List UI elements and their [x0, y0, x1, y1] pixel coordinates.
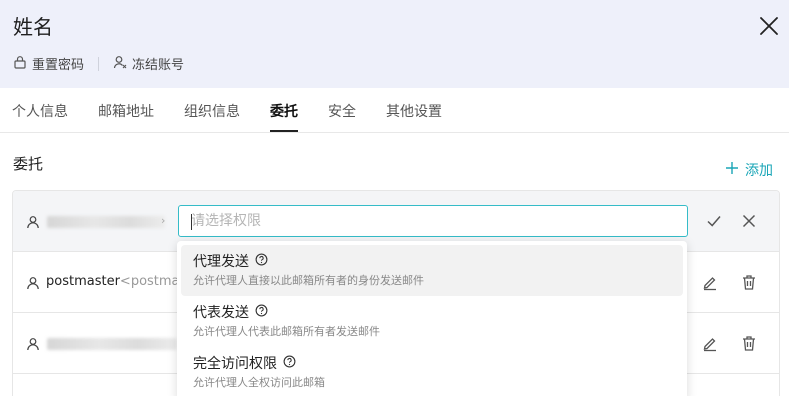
option-description: 允许代理人代表此邮箱所有者发送邮件 [193, 325, 380, 338]
section-title: 委托 [13, 155, 44, 173]
user-icon [26, 275, 40, 290]
option-description: 允许代理人直接以此邮箱所有者的身份发送邮件 [193, 274, 424, 287]
option-send-on-behalf[interactable]: 代表发送 允许代理人代表此邮箱所有者发送邮件 [181, 296, 683, 347]
freeze-account-button[interactable]: 冻结账号 [113, 54, 184, 73]
help-question-icon[interactable] [255, 253, 268, 271]
reset-password-button[interactable]: 重置密码 [13, 54, 84, 73]
option-description: 允许代理人全权访问此邮箱 [193, 376, 325, 389]
divider [98, 56, 100, 71]
permission-input[interactable] [179, 206, 687, 236]
permission-dropdown: 代理发送 允许代理人直接以此邮箱所有者的身份发送邮件 代表发送 允许代理人代表此… [177, 241, 687, 396]
permission-select[interactable] [178, 205, 688, 237]
tab-security[interactable]: 安全 [328, 103, 356, 121]
edit-pencil-icon[interactable] [701, 273, 719, 291]
delete-trash-icon[interactable] [740, 334, 758, 352]
option-label: 代理发送 [193, 254, 249, 270]
option-send-as[interactable]: 代理发送 允许代理人直接以此邮箱所有者的身份发送邮件 [181, 245, 683, 296]
confirm-check-icon[interactable] [705, 212, 723, 230]
close-icon[interactable] [758, 15, 780, 37]
delete-trash-icon[interactable] [740, 273, 758, 291]
chevron-right-icon: › [161, 214, 166, 227]
tab-email-address[interactable]: 邮箱地址 [98, 103, 154, 121]
delegate-username: postmaster [46, 274, 120, 289]
option-label: 完全访问权限 [193, 356, 277, 372]
tab-org-info[interactable]: 组织信息 [184, 103, 240, 121]
cancel-close-icon[interactable] [740, 212, 758, 230]
option-label: 代表发送 [193, 305, 249, 321]
add-label: 添加 [745, 163, 773, 179]
option-full-access[interactable]: 完全访问权限 允许代理人全权访问此邮箱 [181, 347, 683, 396]
user-freeze-icon [113, 55, 127, 73]
text-caret [191, 214, 192, 230]
active-tab-indicator [270, 130, 298, 132]
drawer-header: 姓名 重置密码 冻结账号 [0, 0, 789, 88]
tab-bar: 个人信息 邮箱地址 组织信息 委托 安全 其他设置 [0, 88, 789, 133]
freeze-account-label: 冻结账号 [132, 58, 185, 73]
redacted-name [47, 216, 165, 228]
plus-icon [725, 161, 739, 179]
header-actions: 重置密码 冻结账号 [13, 54, 184, 73]
lock-icon [13, 55, 27, 73]
tab-delegation[interactable]: 委托 [270, 103, 298, 121]
reset-password-label: 重置密码 [32, 58, 85, 73]
help-question-icon[interactable] [283, 355, 296, 373]
user-icon [26, 214, 40, 229]
user-icon [26, 336, 40, 351]
tab-personal-info[interactable]: 个人信息 [12, 103, 68, 121]
help-question-icon[interactable] [255, 304, 268, 322]
tab-other-settings[interactable]: 其他设置 [386, 103, 442, 121]
edit-pencil-icon[interactable] [701, 334, 719, 352]
page-title: 姓名 [13, 15, 53, 39]
redacted-name [47, 338, 177, 350]
add-delegate-button[interactable]: 添加 [725, 160, 773, 180]
